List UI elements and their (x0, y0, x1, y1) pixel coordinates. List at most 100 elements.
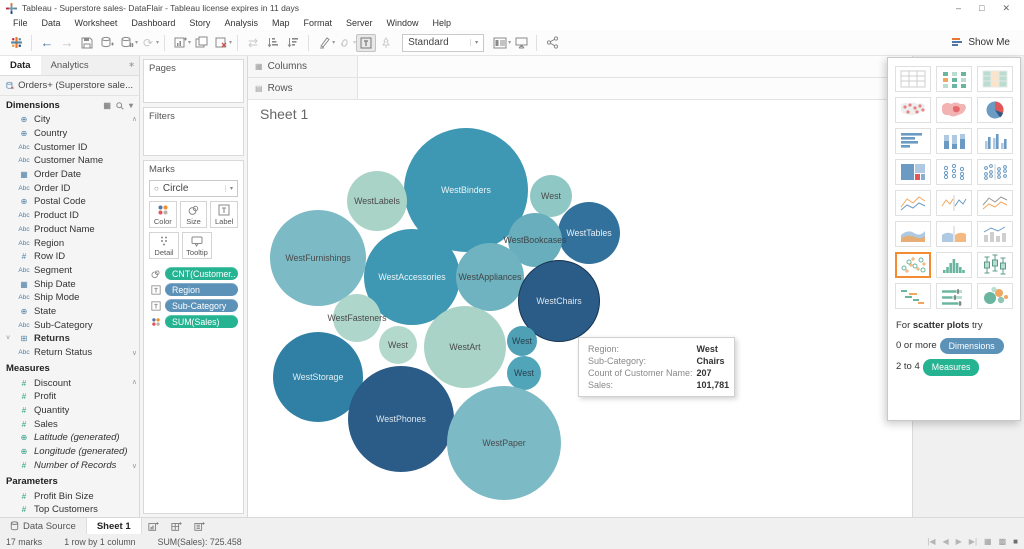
view-grid-icon[interactable]: ▦ (984, 537, 992, 546)
showme-box-and-whisker[interactable] (977, 252, 1013, 278)
showme-histogram[interactable] (936, 252, 972, 278)
columns-shelf[interactable]: ▦Columns (248, 56, 912, 78)
show-mark-labels-button[interactable] (356, 34, 376, 52)
tab-analytics[interactable]: Analytics (41, 56, 99, 75)
dimension-sub-category[interactable]: AbcSub-Category (0, 318, 139, 332)
measure-number-of-records[interactable]: #Number of Records (0, 459, 139, 473)
mark-type-dropdown[interactable]: ○ Circle ▾ (149, 180, 238, 197)
maximize-button[interactable]: □ (979, 3, 984, 14)
show-hide-cards-button[interactable] (490, 34, 510, 52)
pause-auto-updates-button[interactable] (117, 34, 137, 52)
undo-button[interactable]: ← (37, 34, 57, 52)
bubble-phones[interactable]: WestPhones (348, 366, 454, 472)
dimension-product-name[interactable]: AbcProduct Name (0, 223, 139, 237)
menu-server[interactable]: Server (339, 18, 380, 28)
dimension-returns[interactable]: ˅⊞Returns (0, 332, 139, 346)
tab-sheet-1[interactable]: Sheet 1 (87, 518, 142, 534)
parameter-profit-bin-size[interactable]: #Profit Bin Size (0, 489, 139, 503)
menu-dashboard[interactable]: Dashboard (124, 18, 182, 28)
bubble-paper[interactable]: WestPaper (447, 386, 561, 500)
bubble-appliances[interactable]: WestAppliances (456, 243, 524, 311)
bubble-west[interactable]: West (507, 326, 537, 356)
color-button[interactable]: Color (149, 201, 177, 228)
fit-selector[interactable]: Standard ▾ (402, 34, 484, 52)
new-data-source-button[interactable] (97, 34, 117, 52)
pill-cnt-customer-[interactable]: CNT(Customer.. (165, 267, 238, 280)
showme-horizontal-bars[interactable] (895, 128, 931, 154)
showme-highlight-table[interactable] (977, 66, 1013, 92)
show-me-button[interactable]: Show Me (943, 35, 1018, 50)
rows-shelf[interactable]: ▤Rows (248, 78, 912, 100)
dimensions-menu-caret[interactable]: ▾ (129, 101, 133, 110)
pages-shelf[interactable]: Pages (143, 59, 244, 103)
measure-discount[interactable]: #Discount (0, 376, 139, 390)
dimension-order-id[interactable]: AbcOrder ID (0, 181, 139, 195)
prev-page-button[interactable]: ◀ (942, 537, 948, 546)
dimension-state[interactable]: ⊕State (0, 305, 139, 319)
showme-scatter-plot[interactable] (895, 252, 931, 278)
dimension-ship-mode[interactable]: AbcShip Mode (0, 291, 139, 305)
menu-map[interactable]: Map (265, 18, 297, 28)
close-button[interactable]: ✕ (1002, 3, 1010, 14)
view-as-icon[interactable]: ▦ (103, 101, 111, 110)
dimension-country[interactable]: ⊕Country (0, 127, 139, 141)
tab-data-source[interactable]: Data Source (0, 518, 87, 534)
minimize-button[interactable]: – (956, 3, 961, 14)
dimension-order-date[interactable]: ▦Order Date (0, 168, 139, 182)
clear-sheet-button[interactable] (211, 34, 231, 52)
scroll-arrow-icon[interactable]: ∨ (132, 462, 137, 470)
tooltip-button[interactable]: Tooltip (182, 232, 212, 259)
menu-analysis[interactable]: Analysis (217, 18, 265, 28)
parameter-top-customers[interactable]: #Top Customers (0, 503, 139, 517)
first-page-button[interactable]: |◀ (927, 537, 935, 546)
bubble-west[interactable]: West (507, 356, 541, 390)
highlight-button[interactable] (314, 34, 334, 52)
showme-filled-map[interactable] (936, 97, 972, 123)
data-source-item[interactable]: Orders+ (Superstore sale... (0, 76, 139, 96)
detail-button[interactable]: Detail (149, 232, 179, 259)
new-worksheet-tab-button[interactable] (142, 518, 165, 534)
showme-dual-combination[interactable] (977, 221, 1013, 247)
scroll-arrow-icon[interactable]: ∨ (132, 349, 137, 357)
dimension-product-id[interactable]: AbcProduct ID (0, 209, 139, 223)
view-film-icon[interactable]: ▩ (999, 537, 1007, 546)
showme-side-by-side-circles[interactable] (977, 159, 1013, 185)
new-story-tab-button[interactable] (188, 518, 211, 534)
menu-format[interactable]: Format (296, 18, 339, 28)
bubble-furnishings[interactable]: WestFurnishings (270, 210, 366, 306)
find-field-icon[interactable] (116, 102, 124, 110)
dimension-customer-id[interactable]: AbcCustomer ID (0, 140, 139, 154)
bubble-art[interactable]: WestArt (424, 306, 506, 388)
showme-packed-bubbles[interactable] (977, 283, 1013, 309)
save-button[interactable] (77, 34, 97, 52)
showme-heatmap[interactable] (936, 66, 972, 92)
pill-region[interactable]: Region (165, 283, 238, 296)
showme-bullet-graph[interactable] (936, 283, 972, 309)
showme-circle-views[interactable] (936, 159, 972, 185)
menu-worksheet[interactable]: Worksheet (68, 18, 125, 28)
showme-continuous-area[interactable] (895, 221, 931, 247)
dimension-customer-name[interactable]: AbcCustomer Name (0, 154, 139, 168)
showme-dual-lines[interactable] (977, 190, 1013, 216)
pane-options-icon[interactable]: ∗ (124, 56, 139, 75)
redo-button[interactable]: → (57, 34, 77, 52)
menu-file[interactable]: File (6, 18, 35, 28)
clear-sheet-caret[interactable]: ▾ (229, 39, 232, 46)
view-dark-icon[interactable]: ■ (1013, 537, 1018, 546)
menu-help[interactable]: Help (426, 18, 459, 28)
showme-side-by-side-bars[interactable] (977, 128, 1013, 154)
scroll-arrow-icon[interactable]: ∧ (132, 115, 137, 123)
share-button[interactable] (542, 34, 562, 52)
measure-latitude-generated-[interactable]: ⊕Latitude (generated) (0, 431, 139, 445)
dimension-segment[interactable]: AbcSegment (0, 264, 139, 278)
size-button[interactable]: Size (180, 201, 208, 228)
measure-sales[interactable]: #Sales (0, 417, 139, 431)
showme-text-table[interactable] (895, 66, 931, 92)
filters-shelf[interactable]: Filters (143, 107, 244, 156)
tableau-home-icon[interactable] (6, 34, 26, 52)
dimension-region[interactable]: AbcRegion (0, 236, 139, 250)
dimension-return-status[interactable]: AbcReturn Status (0, 346, 139, 360)
sort-ascending-button[interactable] (263, 34, 283, 52)
bubble-labels[interactable]: WestLabels (347, 171, 407, 231)
showme-pie-chart[interactable] (977, 97, 1013, 123)
